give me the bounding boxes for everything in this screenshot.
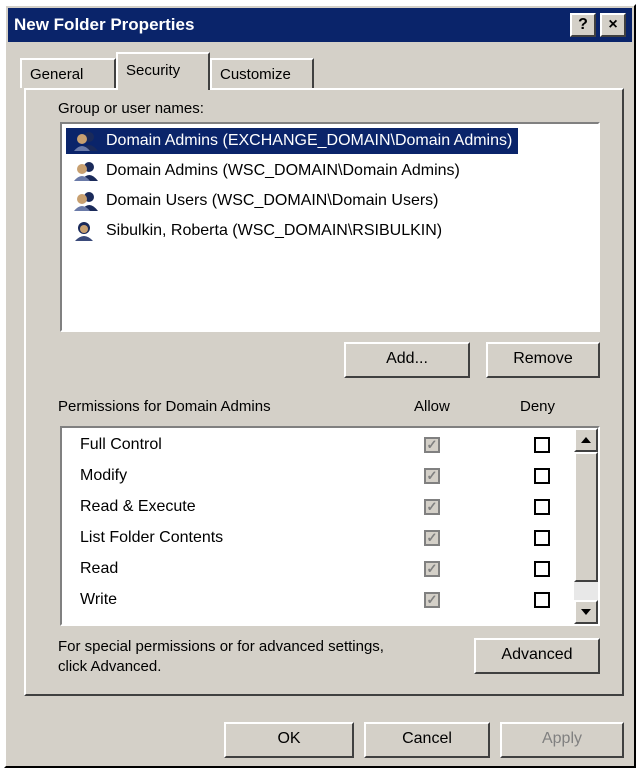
list-item-user-0[interactable]: Domain Admins (EXCHANGE_DOMAIN\Domain Ad… <box>66 128 519 154</box>
allow-checkbox: ✓ <box>424 468 440 484</box>
permissions-list[interactable]: Full Control ✓ Modify ✓ Read & Execute ✓… <box>60 426 600 626</box>
window-title: New Folder Properties <box>14 15 195 34</box>
cancel-button[interactable]: Cancel <box>364 722 490 758</box>
allow-checkbox: ✓ <box>424 561 440 577</box>
list-item-label: Domain Users (WSC_DOMAIN\Domain Users) <box>106 192 439 209</box>
permission-row: List Folder Contents ✓ <box>62 523 572 554</box>
title-bar[interactable]: New Folder Properties ? × <box>8 8 632 42</box>
deny-checkbox[interactable] <box>534 437 550 453</box>
tab-general[interactable]: General <box>20 58 116 88</box>
user-icon <box>75 222 93 241</box>
close-button[interactable]: × <box>600 13 626 37</box>
permission-row: Modify ✓ <box>62 461 572 492</box>
tab-customize-label: Customize <box>220 66 291 83</box>
list-item-label: Sibulkin, Roberta (WSC_DOMAIN\RSIBULKIN) <box>106 222 443 239</box>
scroll-down-button[interactable] <box>574 600 598 624</box>
list-item-user-3[interactable]: Sibulkin, Roberta (WSC_DOMAIN\RSIBULKIN) <box>66 218 448 244</box>
permission-name: Read & Execute <box>80 498 196 515</box>
properties-dialog: New Folder Properties ? × General Securi… <box>4 4 636 768</box>
allow-checkbox: ✓ <box>424 499 440 515</box>
advanced-button[interactable]: Advanced <box>474 638 600 674</box>
security-panel: Group or user names: Domain Admins (EXCH… <box>24 88 624 696</box>
permissions-label: Permissions for Domain Admins <box>58 398 271 415</box>
add-button[interactable]: Add... <box>344 342 470 378</box>
deny-checkbox[interactable] <box>534 530 550 546</box>
list-item-user-2[interactable]: Domain Users (WSC_DOMAIN\Domain Users) <box>66 188 445 214</box>
permission-name: Full Control <box>80 436 162 453</box>
permission-name: List Folder Contents <box>80 529 224 546</box>
ok-button[interactable]: OK <box>224 722 354 758</box>
permission-name: Write <box>80 591 118 608</box>
permission-row: Full Control ✓ <box>62 430 572 461</box>
tab-security[interactable]: Security <box>116 52 210 90</box>
group-names-label: Group or user names: <box>58 100 204 117</box>
group-icon <box>74 192 98 211</box>
allow-checkbox: ✓ <box>424 592 440 608</box>
permission-row: Write ✓ <box>62 585 572 616</box>
scroll-up-button[interactable] <box>574 428 598 452</box>
special-permissions-text-1: For special permissions or for advanced … <box>58 638 384 655</box>
remove-button[interactable]: Remove <box>486 342 600 378</box>
permission-name: Read <box>80 560 119 577</box>
arrow-down-icon <box>581 609 591 615</box>
permission-name: Modify <box>80 467 128 484</box>
deny-checkbox[interactable] <box>534 592 550 608</box>
permission-row: Read ✓ <box>62 554 572 585</box>
help-button[interactable]: ? <box>570 13 596 37</box>
arrow-up-icon <box>581 437 591 443</box>
scroll-thumb[interactable] <box>574 452 598 582</box>
group-icon <box>74 162 98 181</box>
deny-checkbox[interactable] <box>534 499 550 515</box>
permissions-scrollbar[interactable] <box>574 428 598 624</box>
tab-general-label: General <box>30 66 84 83</box>
allow-checkbox: ✓ <box>424 530 440 546</box>
list-item-user-1[interactable]: Domain Admins (WSC_DOMAIN\Domain Admins) <box>66 158 466 184</box>
allow-header: Allow <box>414 398 450 415</box>
deny-checkbox[interactable] <box>534 561 550 577</box>
tab-security-label: Security <box>126 62 181 79</box>
group-icon <box>74 132 98 151</box>
permission-row: Read & Execute ✓ <box>62 492 572 523</box>
tab-customize[interactable]: Customize <box>210 58 314 88</box>
user-list[interactable]: Domain Admins (EXCHANGE_DOMAIN\Domain Ad… <box>60 122 600 332</box>
apply-button[interactable]: Apply <box>500 722 624 758</box>
list-item-label: Domain Admins (WSC_DOMAIN\Domain Admins) <box>106 162 460 179</box>
allow-checkbox: ✓ <box>424 437 440 453</box>
list-item-label: Domain Admins (EXCHANGE_DOMAIN\Domain Ad… <box>106 132 513 149</box>
special-permissions-text-2: click Advanced. <box>58 658 162 675</box>
deny-header: Deny <box>520 398 556 415</box>
deny-checkbox[interactable] <box>534 468 550 484</box>
